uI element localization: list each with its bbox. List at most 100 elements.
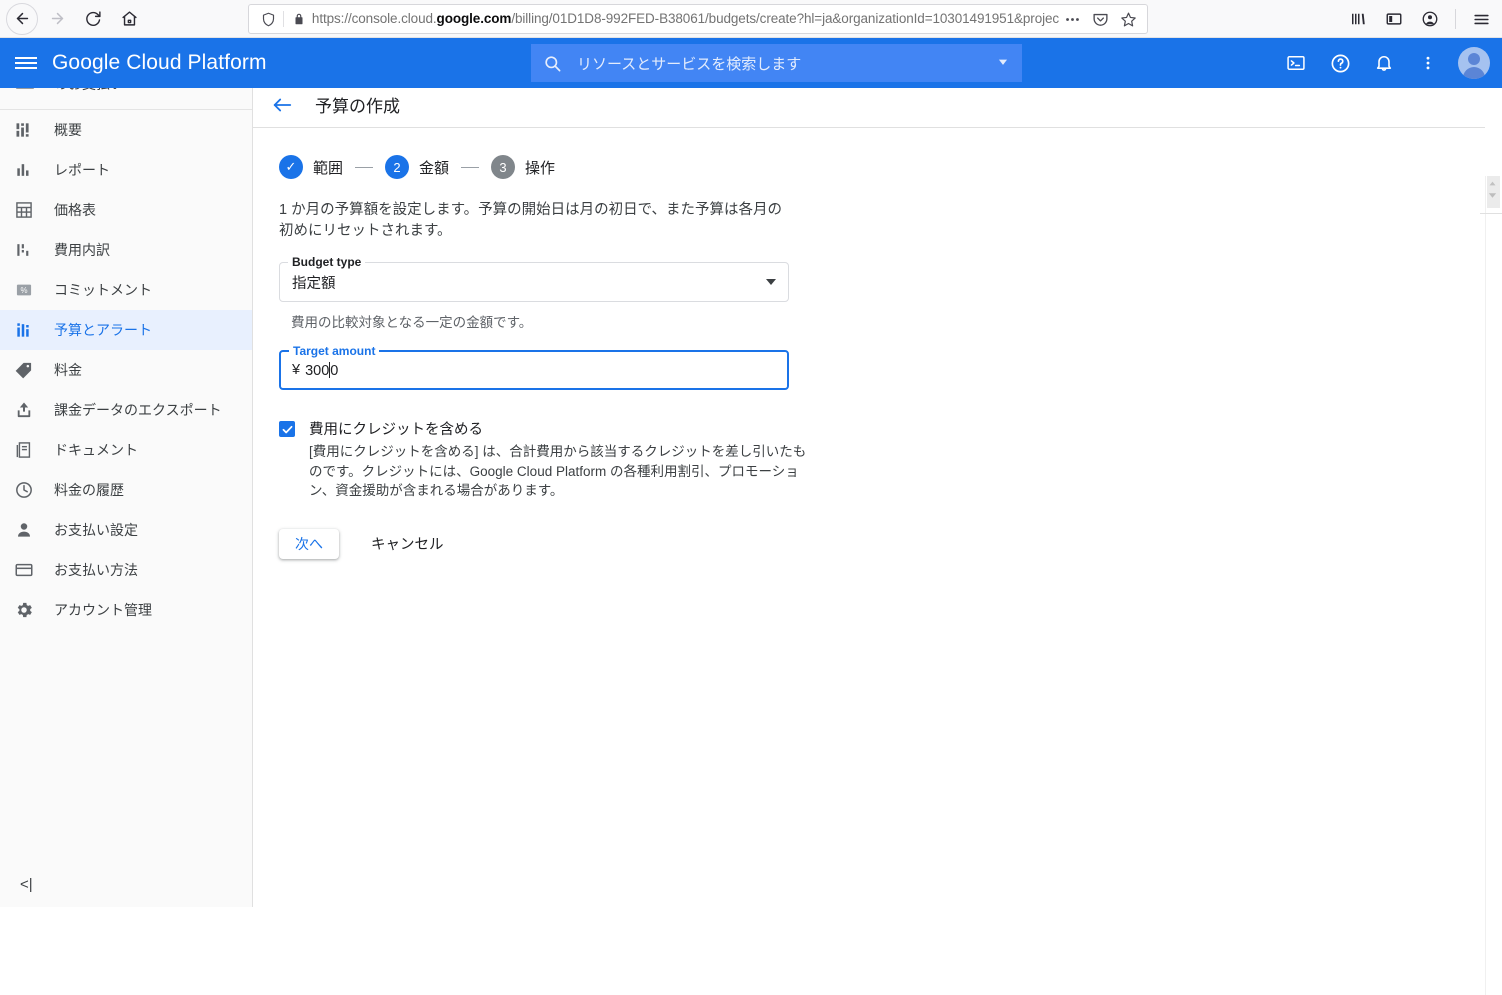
sidebar-item-payment-settings[interactable]: お支払い設定: [0, 510, 253, 550]
include-credits-description: [費用にクレジットを含める] は、合計費用から該当するクレジットを差し引いたもの…: [309, 442, 809, 501]
step-separator: [355, 167, 373, 168]
sidebar-scroll-container: のお支払い 概要 レポート 価格表: [0, 88, 253, 630]
account-circle-icon[interactable]: [1413, 2, 1447, 36]
bell-icon[interactable]: [1364, 43, 1404, 83]
budget-alerts-icon: [14, 320, 54, 340]
sidebar-item-label: 予算とアラート: [54, 320, 152, 340]
sidebar-item-payment-methods[interactable]: お支払い方法: [0, 550, 253, 590]
step-label: 金額: [419, 157, 449, 178]
target-amount-input[interactable]: 3000: [305, 362, 338, 379]
search-input[interactable]: リソースとサービスを検索します: [569, 53, 996, 74]
sidebar-item-pricing[interactable]: 料金: [0, 350, 253, 390]
shield-icon[interactable]: [255, 12, 281, 27]
browser-toolbar: https://console.cloud.google.com/billing…: [0, 0, 1502, 38]
budget-type-value: 指定額: [292, 272, 336, 293]
browser-nav-buttons: [0, 2, 146, 36]
library-icon[interactable]: [1341, 2, 1375, 36]
app-menu-icon[interactable]: [1464, 2, 1498, 36]
form-actions: 次へ キャンセル: [279, 529, 839, 559]
sidebar-item-label: レポート: [54, 160, 110, 180]
clock-history-icon: [14, 480, 54, 500]
sidebar-item-pricing-table[interactable]: 価格表: [0, 190, 253, 230]
main-panel: 予算の作成 ✓ 範囲 2 金額 3 操作 1 か月の予算額を設定します: [253, 88, 1485, 907]
percent-icon: %: [14, 280, 54, 300]
avatar-head: [1468, 53, 1480, 65]
cost-breakdown-icon: [14, 240, 54, 260]
hamburger-menu-icon[interactable]: [0, 38, 52, 88]
sidebar-item-label: お支払い設定: [54, 520, 138, 540]
browser-back-button[interactable]: [6, 3, 38, 35]
browser-reload-button[interactable]: [76, 2, 110, 36]
lock-icon[interactable]: [286, 12, 312, 26]
page-header: 予算の作成: [253, 88, 1485, 128]
svg-text:%: %: [20, 286, 27, 295]
cancel-button[interactable]: キャンセル: [365, 529, 450, 559]
include-credits-label[interactable]: 費用にクレジットを含める: [309, 418, 809, 439]
sidebar-panel-icon[interactable]: [1377, 2, 1411, 36]
step-label: 範囲: [313, 157, 343, 178]
step-scope[interactable]: ✓ 範囲: [279, 155, 343, 179]
sidebar-item-budgets-alerts[interactable]: 予算とアラート: [0, 310, 253, 350]
ellipsis-icon[interactable]: [1059, 6, 1085, 32]
tag-icon: [14, 360, 54, 380]
gear-icon: [14, 600, 54, 620]
step-amount[interactable]: 2 金額: [385, 155, 449, 179]
address-bar[interactable]: https://console.cloud.google.com/billing…: [248, 4, 1148, 34]
sidebar-collapse-label: <|: [20, 876, 33, 893]
page-title: 予算の作成: [315, 92, 400, 117]
back-arrow-icon[interactable]: [271, 94, 293, 116]
star-icon[interactable]: [1115, 6, 1141, 32]
sidebar-collapse-button[interactable]: <|: [0, 861, 253, 907]
sidebar-billing-account[interactable]: のお支払い: [0, 88, 253, 110]
sidebar-item-cost-breakdown[interactable]: 費用内訳: [0, 230, 253, 270]
billing-account-icon: [14, 88, 54, 95]
chevron-down-icon[interactable]: [996, 55, 1010, 72]
sidebar-item-label: 料金の履歴: [54, 480, 124, 500]
budget-type-legend: Budget type: [288, 255, 365, 269]
sidebar-item-account-management[interactable]: アカウント管理: [0, 590, 253, 630]
step-actions[interactable]: 3 操作: [491, 155, 555, 179]
sidebar-item-label: 費用内訳: [54, 240, 110, 260]
sidebar-item-label: アカウント管理: [54, 600, 152, 620]
step-separator: [461, 167, 479, 168]
sidebar-item-commitments[interactable]: % コミットメント: [0, 270, 253, 310]
sidebar: のお支払い 概要 レポート 価格表: [0, 88, 253, 907]
sidebar-item-billing-export[interactable]: 課金データのエクスポート: [0, 390, 253, 430]
sidebar-item-label: 課金データのエクスポート: [54, 400, 222, 420]
overview-icon: [14, 120, 54, 140]
more-vert-icon[interactable]: [1408, 43, 1448, 83]
target-amount-field[interactable]: Target amount ¥ 3000: [279, 350, 789, 390]
budget-type-select[interactable]: Budget type 指定額: [279, 262, 789, 302]
include-credits-checkbox[interactable]: [279, 421, 295, 437]
stepper: ✓ 範囲 2 金額 3 操作: [279, 152, 839, 182]
sidebar-item-label: ドキュメント: [54, 440, 138, 460]
cloud-shell-icon[interactable]: [1276, 43, 1316, 83]
browser-right-toolbar: [1341, 2, 1498, 36]
budget-type-help: 費用の比較対象となる一定の金額です。: [291, 311, 839, 331]
gcp-header-actions: [1276, 38, 1490, 88]
toolbar-divider: [1455, 9, 1456, 29]
help-circle-icon[interactable]: [1320, 43, 1360, 83]
page-scrollbar-track[interactable]: [1485, 176, 1502, 995]
avatar-body: [1463, 67, 1485, 79]
gcp-brand-title[interactable]: Google Cloud Platform: [52, 51, 267, 75]
browser-forward-button[interactable]: [40, 2, 74, 36]
grid-table-icon: [14, 200, 54, 220]
sidebar-item-documents[interactable]: ドキュメント: [0, 430, 253, 470]
sidebar-item-label: お支払い方法: [54, 560, 138, 580]
sidebar-item-pricing-history[interactable]: 料金の履歴: [0, 470, 253, 510]
avatar[interactable]: [1458, 47, 1490, 79]
chevron-down-icon[interactable]: [1485, 188, 1500, 202]
sidebar-item-reports[interactable]: レポート: [0, 150, 253, 190]
pocket-icon[interactable]: [1087, 6, 1113, 32]
url-text[interactable]: https://console.cloud.google.com/billing…: [312, 5, 1059, 33]
include-credits-block: 費用にクレジットを含める [費用にクレジットを含める] は、合計費用から該当する…: [279, 418, 794, 501]
browser-home-button[interactable]: [112, 2, 146, 36]
checkmark-icon: [281, 423, 294, 436]
chevron-down-icon[interactable]: [766, 279, 776, 285]
sidebar-item-overview[interactable]: 概要: [0, 110, 253, 150]
next-button[interactable]: 次へ: [279, 529, 339, 559]
search-bar[interactable]: リソースとサービスを検索します: [531, 44, 1022, 82]
bar-chart-icon: [14, 160, 54, 180]
sidebar-billing-account-label: のお支払い: [54, 88, 124, 94]
